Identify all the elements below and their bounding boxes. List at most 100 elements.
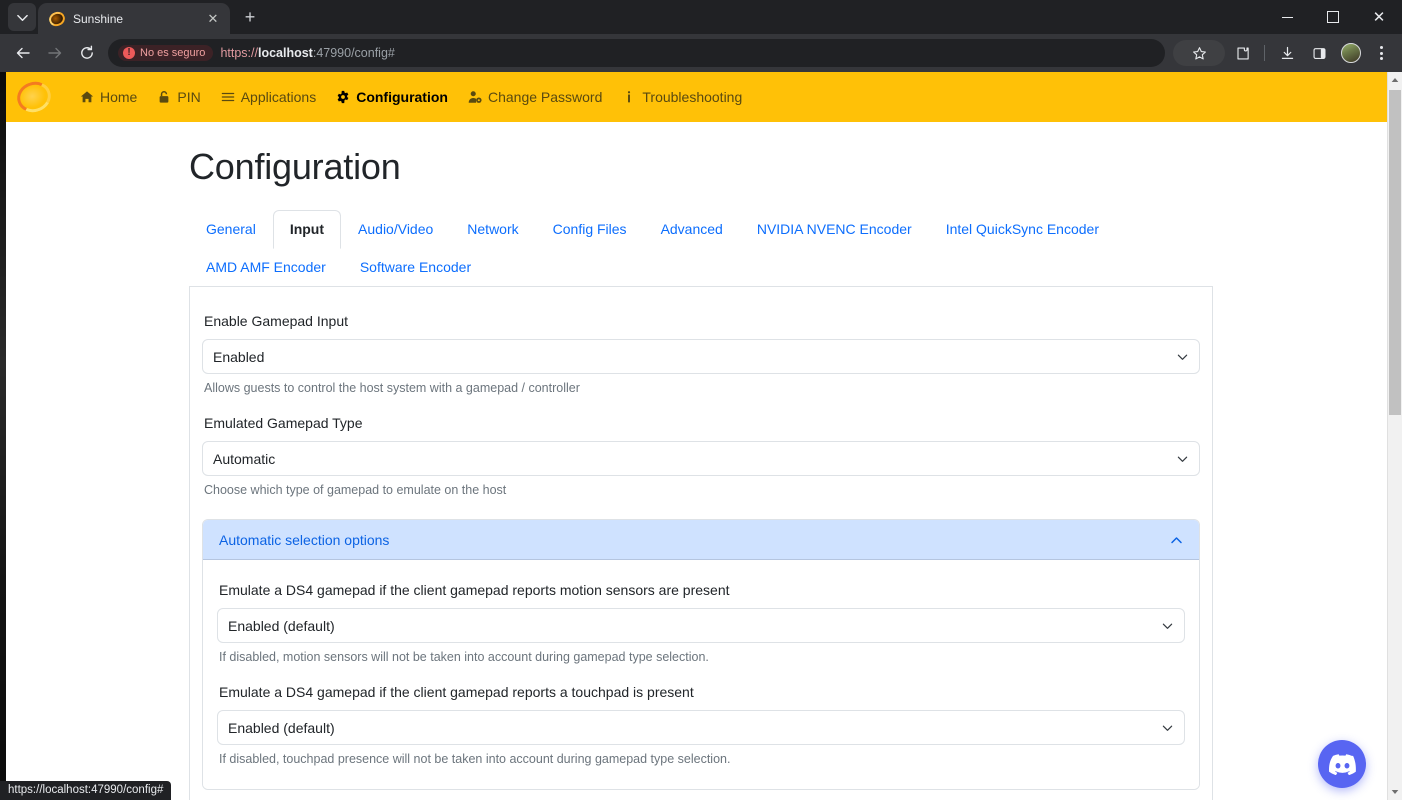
kebab-menu-icon[interactable]	[1368, 39, 1394, 67]
new-tab-button[interactable]: +	[236, 3, 264, 31]
security-indicator[interactable]: ! No es seguro	[118, 45, 213, 61]
url-path: :47990/config#	[313, 46, 395, 60]
field-ds4-touchpad: Emulate a DS4 gamepad if the client game…	[217, 682, 1185, 774]
tab-software-encoder[interactable]: Software Encoder	[343, 248, 488, 287]
nav-item-pin[interactable]: PIN	[147, 83, 210, 111]
field-label: Emulate a DS4 gamepad if the client game…	[219, 682, 1185, 703]
page-scrollbar[interactable]	[1387, 72, 1402, 800]
caret-down-icon	[1391, 789, 1399, 795]
caret-up-icon	[1391, 77, 1399, 83]
scroll-down-button[interactable]	[1388, 784, 1402, 800]
lock-icon	[157, 90, 171, 104]
status-bar-url: https://localhost:47990/config#	[0, 781, 171, 800]
tab-amd-amf-encoder[interactable]: AMD AMF Encoder	[189, 248, 343, 287]
maximize-icon[interactable]	[1310, 0, 1356, 34]
field-help: Choose which type of gamepad to emulate …	[204, 481, 1200, 499]
toolbar-actions	[1173, 38, 1394, 68]
nav-item-label: PIN	[177, 89, 200, 105]
not-secure-icon: !	[123, 47, 135, 59]
list-icon	[221, 90, 235, 104]
forward-button[interactable]	[40, 38, 70, 68]
tab-network[interactable]: Network	[450, 210, 535, 249]
chevron-down-icon	[17, 12, 28, 23]
browser-tab-sunshine[interactable]: Sunshine ✕	[38, 3, 230, 34]
tab-title: Sunshine	[73, 12, 196, 26]
select-ds4-motion-sensors[interactable]: Enabled (default)	[217, 608, 1185, 643]
nav-item-change-password[interactable]: Change Password	[458, 83, 612, 111]
field-label: Emulate a DS4 gamepad if the client game…	[219, 580, 1185, 601]
tab-nvidia-nvenc-encoder[interactable]: NVIDIA NVENC Encoder	[740, 210, 929, 249]
avatar	[1341, 43, 1361, 63]
field-help: If disabled, motion sensors will not be …	[219, 648, 1185, 666]
accordion-header[interactable]: Automatic selection options	[203, 520, 1199, 560]
close-icon[interactable]: ✕	[1356, 0, 1402, 34]
config-card: Enable Gamepad Input Enabled Allows gues…	[189, 287, 1213, 800]
tab-input[interactable]: Input	[273, 210, 341, 249]
field-enable-gamepad-input: Enable Gamepad Input Enabled Allows gues…	[202, 311, 1200, 403]
nav-item-configuration[interactable]: Configuration	[326, 83, 458, 111]
nav-item-label: Troubleshooting	[642, 89, 742, 105]
nav-item-troubleshooting[interactable]: Troubleshooting	[612, 83, 752, 111]
scrollbar-thumb[interactable]	[1389, 90, 1401, 415]
accordion-automatic-selection-options: Automatic selection options Emulate a DS…	[202, 519, 1200, 789]
discord-icon	[1329, 754, 1356, 775]
background-window-sliver	[0, 72, 6, 800]
discord-button[interactable]	[1318, 740, 1366, 788]
back-button[interactable]	[8, 38, 38, 68]
tab-intel-quicksync-encoder[interactable]: Intel QuickSync Encoder	[929, 210, 1116, 249]
browser-window: Sunshine ✕ + ✕ !	[0, 0, 1402, 800]
nav-item-home[interactable]: Home	[70, 83, 147, 111]
minimize-icon[interactable]	[1264, 0, 1310, 34]
profile-button[interactable]	[1336, 38, 1366, 68]
field-label: Enable Gamepad Input	[204, 311, 1200, 332]
sunshine-navbar: Home PIN Applications	[0, 72, 1402, 122]
info-icon	[622, 90, 636, 104]
field-ds4-motion-sensors: Emulate a DS4 gamepad if the client game…	[217, 580, 1185, 672]
page-content: Configuration General Input Audio/Video …	[0, 122, 1402, 800]
field-help: Allows guests to control the host system…	[204, 379, 1200, 397]
close-icon[interactable]: ✕	[204, 10, 222, 28]
puzzle-piece-icon	[1235, 46, 1250, 61]
scroll-up-button[interactable]	[1388, 72, 1402, 88]
person-gear-icon	[468, 90, 482, 104]
security-label: No es seguro	[140, 47, 205, 59]
sunshine-nav-items: Home PIN Applications	[70, 83, 752, 111]
select-value: Automatic	[213, 451, 275, 467]
home-icon	[80, 90, 94, 104]
side-panel-button[interactable]	[1304, 38, 1334, 68]
browser-toolbar: ! No es seguro https://localhost:47990/c…	[0, 34, 1402, 72]
download-icon	[1280, 46, 1295, 61]
bookmark-button[interactable]	[1173, 40, 1225, 66]
chevron-down-icon	[1162, 620, 1173, 631]
tab-general[interactable]: General	[189, 210, 273, 249]
page-viewport: Home PIN Applications	[0, 72, 1402, 800]
tab-search-button[interactable]	[8, 3, 36, 31]
select-value: Enabled	[213, 349, 264, 365]
gear-icon	[336, 90, 350, 104]
reload-button[interactable]	[72, 38, 102, 68]
config-tabs: General Input Audio/Video Network Config…	[189, 210, 1213, 287]
nav-item-label: Configuration	[356, 89, 448, 105]
downloads-button[interactable]	[1272, 38, 1302, 68]
toolbar-divider	[1264, 45, 1265, 61]
nav-item-label: Home	[100, 89, 137, 105]
sunshine-logo-icon[interactable]	[14, 77, 54, 117]
window-controls: ✕	[1264, 0, 1402, 34]
select-value: Enabled (default)	[228, 720, 335, 736]
select-emulated-gamepad-type[interactable]: Automatic	[202, 441, 1200, 476]
star-icon	[1192, 46, 1207, 61]
nav-item-applications[interactable]: Applications	[211, 83, 327, 111]
select-value: Enabled (default)	[228, 618, 335, 634]
url-scheme: https://	[220, 46, 258, 60]
chevron-up-icon	[1170, 534, 1183, 547]
select-ds4-touchpad[interactable]: Enabled (default)	[217, 710, 1185, 745]
chevron-down-icon	[1162, 722, 1173, 733]
tab-audio-video[interactable]: Audio/Video	[341, 210, 450, 249]
browser-tab-strip: Sunshine ✕ + ✕	[0, 0, 1402, 34]
address-bar[interactable]: ! No es seguro https://localhost:47990/c…	[108, 39, 1165, 67]
nav-item-label: Applications	[241, 89, 317, 105]
select-enable-gamepad-input[interactable]: Enabled	[202, 339, 1200, 374]
tab-advanced[interactable]: Advanced	[644, 210, 740, 249]
extensions-button[interactable]	[1227, 38, 1257, 68]
tab-config-files[interactable]: Config Files	[536, 210, 644, 249]
